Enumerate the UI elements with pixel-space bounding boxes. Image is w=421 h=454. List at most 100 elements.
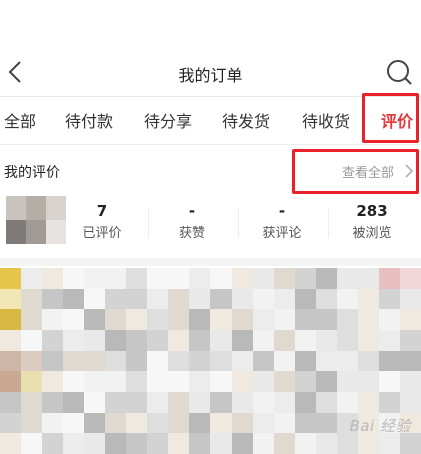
mosaic-tile [63,329,85,351]
stat-value: - [278,202,286,220]
stat-label: 获评论 [262,226,302,241]
mosaic-tile [42,350,64,372]
mosaic-tile [273,350,295,372]
mosaic-tile [210,412,232,434]
mosaic-tile [126,412,148,434]
mosaic-tile [252,371,274,392]
mosaic-tile [315,350,337,372]
mosaic-tile [315,412,337,434]
mosaic-tile [336,371,358,392]
mosaic-tile [399,350,421,372]
mosaic-tile [294,329,316,351]
mosaic-tile [252,288,274,310]
mosaic-tile [336,268,358,289]
mosaic-tile [294,309,316,330]
mosaic-tile [273,371,295,392]
mosaic-tile [105,309,127,330]
mosaic-tile [126,371,148,392]
mosaic-tile [252,309,274,330]
mosaic-tile [399,268,421,289]
mosaic-tile [336,391,358,413]
mosaic-tile [105,268,127,289]
avatar[interactable] [6,196,66,244]
mosaic-tile [210,350,232,372]
mosaic-tile [42,309,64,330]
mosaic-tile [168,309,190,330]
mosaic-tile [378,433,400,454]
tab-pending-payment[interactable]: 待付款 [65,108,113,132]
mosaic-tile [21,350,43,372]
mosaic-tile [210,309,232,330]
mosaic-tile [294,350,316,372]
mosaic-tile [210,268,232,289]
view-all-highlight [292,149,419,194]
mosaic-tile [147,391,169,413]
mosaic-tile [336,350,358,372]
mosaic-tile [168,268,190,289]
mosaic-tile [105,371,127,392]
mosaic-tile [21,391,43,413]
tab-all[interactable]: 全部 [4,108,36,132]
stat-likes[interactable]: - 获赞 [156,202,228,241]
tab-pending-shipment[interactable]: 待发货 [222,108,270,132]
mosaic-tile [210,288,232,310]
mosaic-tile [315,391,337,413]
mosaic-tile [336,288,358,310]
mosaic-tile [0,350,22,372]
mosaic-tile [294,412,316,434]
mosaic-tile [168,371,190,392]
mosaic-tile [252,350,274,372]
mosaic-tile [357,309,379,330]
mosaic-tile [273,309,295,330]
mosaic-tile [0,391,22,413]
mosaic-tile [378,391,400,413]
stat-label: 获赞 [178,226,205,241]
tab-pending-share[interactable]: 待分享 [144,108,192,132]
mosaic-tile [147,412,169,434]
mosaic-tile [231,371,253,392]
mosaic-tile [21,309,43,330]
search-icon[interactable] [385,58,413,86]
mosaic-tile [273,412,295,434]
mosaic-tile [252,433,274,454]
mosaic-tile [21,433,43,454]
mosaic-tile [147,350,169,372]
mosaic-tile [0,412,22,434]
mosaic-tile [399,371,421,392]
mosaic-tile [21,371,43,392]
my-reviews-title: 我的评价 [4,165,60,181]
stat-views[interactable]: 283 被浏览 [336,202,408,241]
mosaic-tile [252,268,274,289]
mosaic-tile [84,329,106,351]
mosaic-tile [105,433,127,454]
stat-reviewed[interactable]: 7 已评价 [66,202,138,241]
mosaic-tile [336,329,358,351]
mosaic-tile [126,329,148,351]
mosaic-tile [336,433,358,454]
mosaic-tile [210,371,232,392]
mosaic-tile [357,350,379,372]
mosaic-tile [0,433,22,454]
mosaic-tile [147,268,169,289]
mosaic-tile [84,433,106,454]
mosaic-tile [168,391,190,413]
mosaic-tile [357,433,379,454]
mosaic-tile [231,329,253,351]
mosaic-tile [42,412,64,434]
mosaic-tile [189,268,211,289]
mosaic-tile [63,309,85,330]
mosaic-tile [147,288,169,310]
tab-pending-receipt[interactable]: 待收货 [302,108,350,132]
mosaic-tile [315,288,337,310]
mosaic-tile [357,329,379,351]
stat-comments[interactable]: - 获评论 [246,202,318,241]
mosaic-tile [210,433,232,454]
mosaic-tile [378,288,400,310]
mosaic-tile [84,391,106,413]
mosaic-tile [63,412,85,434]
mosaic-tile [63,391,85,413]
mosaic-tile [231,412,253,434]
mosaic-tile [168,412,190,434]
mosaic-tile [126,433,148,454]
mosaic-tile [315,268,337,289]
